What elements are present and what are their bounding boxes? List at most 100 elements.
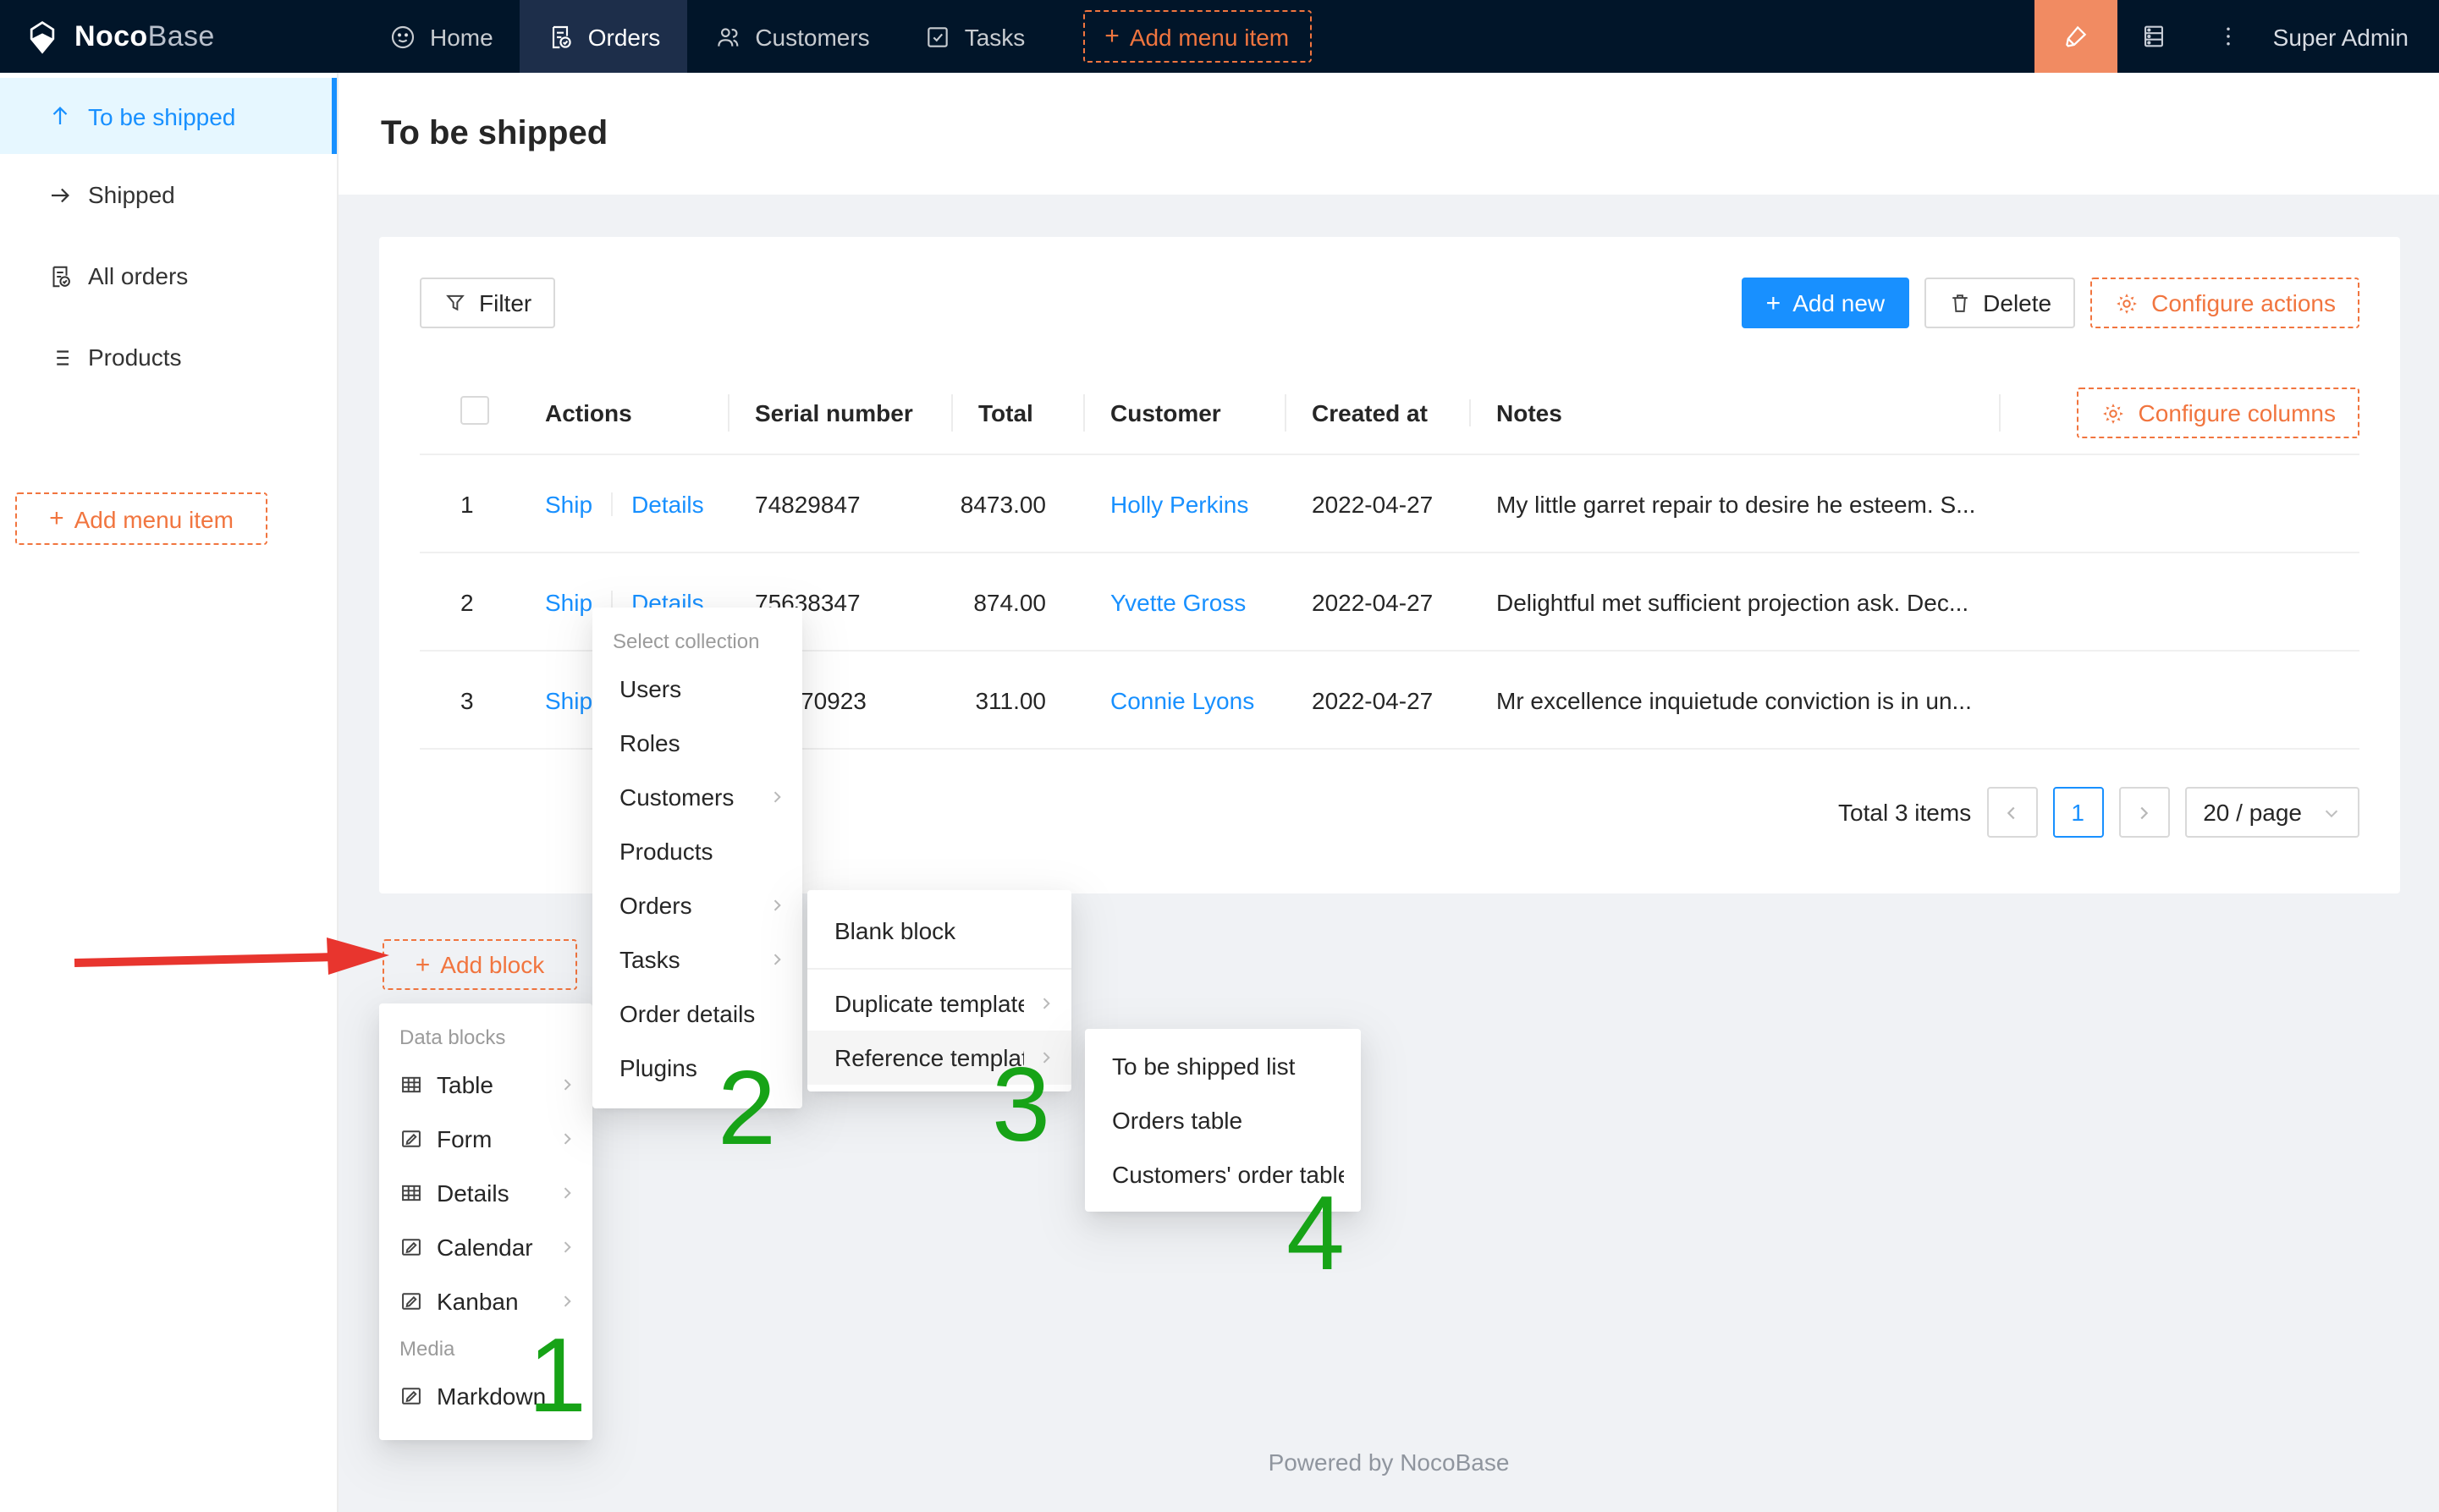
column-header-customer[interactable]: Customer [1083, 399, 1285, 426]
step-annotation-2: 2 [718, 1058, 776, 1163]
sidebar-add-menu-item-button[interactable]: + Add menu item [15, 492, 267, 545]
sidebar-item-all-orders[interactable]: All orders [0, 235, 337, 316]
vertical-ellipsis-icon [2216, 24, 2242, 49]
customer-link[interactable]: Connie Lyons [1110, 686, 1254, 713]
add-block-button[interactable]: + Add block [383, 939, 577, 990]
column-header-notes[interactable]: Notes [1469, 399, 1999, 426]
select-all-checkbox[interactable] [460, 396, 489, 425]
menu-divider [807, 968, 1071, 970]
cell-notes: My little garret repair to desire he est… [1469, 490, 1999, 517]
sidebar: To be shipped Shipped All orders Product… [0, 73, 339, 1512]
sidebar-item-products[interactable]: Products [0, 316, 337, 398]
team-icon [714, 23, 741, 50]
menu-item-orders-table[interactable]: Orders table [1085, 1093, 1361, 1147]
form-icon [399, 1127, 423, 1151]
table-icon [399, 1073, 423, 1097]
divider [611, 492, 613, 515]
customer-link[interactable]: Yvette Gross [1110, 588, 1246, 615]
menu-item-order-details[interactable]: Order details [592, 987, 802, 1041]
unordered-list-icon [47, 344, 73, 370]
step-annotation-3: 3 [992, 1054, 1050, 1159]
cell-total: 311.00 [951, 686, 1083, 713]
page-size-select[interactable]: 20 / page [2184, 787, 2359, 838]
menu-item-calendar[interactable]: Calendar [379, 1220, 592, 1274]
nav-item-customers[interactable]: Customers [687, 0, 896, 73]
page-header: To be shipped [339, 73, 2439, 195]
ship-link[interactable]: Ship [545, 588, 592, 615]
details-link[interactable]: Details [631, 490, 704, 517]
select-collection-menu: Select collection Users Roles Customers … [592, 608, 802, 1108]
chevron-right-icon [768, 951, 785, 968]
filter-icon [443, 291, 467, 315]
arrow-right-icon [47, 182, 73, 207]
sidebar-item-to-be-shipped[interactable]: To be shipped [0, 78, 337, 154]
table-row[interactable]: 1 ShipDetails 74829847 8473.00 Holly Per… [420, 455, 2359, 553]
ship-link[interactable]: Ship [545, 686, 592, 713]
menu-item-blank-block[interactable]: Blank block [807, 900, 1071, 961]
nav-item-home[interactable]: Home [362, 0, 520, 73]
plus-icon: + [1766, 290, 1781, 316]
more-menu-button[interactable] [2192, 0, 2266, 73]
calendar-icon [399, 1235, 423, 1259]
prev-page-button[interactable] [1986, 787, 2037, 838]
column-header-actions[interactable]: Actions [518, 399, 728, 426]
menu-item-details[interactable]: Details [379, 1166, 592, 1220]
plus-icon: + [49, 506, 64, 531]
check-square-icon [924, 23, 951, 50]
menu-item-roles[interactable]: Roles [592, 716, 802, 770]
nav-add-menu-item-button[interactable]: + Add menu item [1082, 10, 1311, 63]
nav-item-tasks[interactable]: Tasks [897, 0, 1053, 73]
nav-item-label: Tasks [965, 23, 1026, 50]
configure-actions-button[interactable]: Configure actions [2090, 278, 2359, 328]
nav-item-label: Home [430, 23, 493, 50]
cell-total: 8473.00 [951, 490, 1083, 517]
table-icon [399, 1181, 423, 1205]
table-toolbar: Filter + Add new Delete [420, 278, 2359, 328]
kanban-icon [399, 1289, 423, 1313]
ship-link[interactable]: Ship [545, 490, 592, 517]
highlighter-icon [2062, 22, 2090, 51]
menu-item-to-be-shipped-list[interactable]: To be shipped list [1085, 1039, 1361, 1093]
menu-item-orders[interactable]: Orders [592, 878, 802, 932]
add-new-button[interactable]: + Add new [1743, 278, 1909, 328]
configure-columns-button[interactable]: Configure columns [2078, 388, 2359, 438]
file-done-icon [548, 23, 575, 50]
step-annotation-4: 4 [1286, 1183, 1345, 1288]
logo-cube-icon [24, 18, 61, 55]
chevron-right-icon [2134, 803, 2153, 822]
chevron-right-icon [768, 897, 785, 914]
menu-item-tasks[interactable]: Tasks [592, 932, 802, 987]
filter-button[interactable]: Filter [420, 278, 555, 328]
column-header-created-at[interactable]: Created at [1285, 399, 1469, 426]
chevron-right-icon [559, 1185, 575, 1201]
page-1-button[interactable]: 1 [2052, 787, 2103, 838]
menu-item-customers[interactable]: Customers [592, 770, 802, 824]
menu-item-users[interactable]: Users [592, 662, 802, 716]
customer-link[interactable]: Holly Perkins [1110, 490, 1248, 517]
row-index: 3 [420, 686, 518, 713]
next-page-button[interactable] [2118, 787, 2169, 838]
collections-manager-button[interactable] [2117, 0, 2192, 73]
top-navbar: NocoBase Home Orders Customers [0, 0, 2439, 73]
brand-text: NocoBase [74, 19, 215, 53]
menu-item-table[interactable]: Table [379, 1058, 592, 1112]
menu-item-products[interactable]: Products [592, 824, 802, 878]
gear-icon [2114, 290, 2139, 316]
sidebar-item-shipped[interactable]: Shipped [0, 154, 337, 235]
plus-icon: + [1104, 24, 1120, 49]
menu-item-form[interactable]: Form [379, 1112, 592, 1166]
current-user-menu[interactable]: Super Admin [2266, 23, 2439, 50]
cell-serial: 74829847 [728, 490, 951, 517]
menu-group-header: Select collection [592, 621, 802, 662]
cell-notes: Mr excellence inquietude conviction is i… [1469, 686, 1999, 713]
chevron-right-icon [768, 789, 785, 805]
column-header-total[interactable]: Total [951, 399, 1083, 426]
nav-item-orders[interactable]: Orders [520, 0, 688, 73]
delete-button[interactable]: Delete [1924, 278, 2075, 328]
column-header-serial[interactable]: Serial number [728, 399, 951, 426]
menu-item-duplicate-template[interactable]: Duplicate template [807, 976, 1071, 1031]
nocobase-logo[interactable]: NocoBase [0, 18, 322, 55]
table-header-row: Actions Serial number Total Customer Cre… [420, 372, 2359, 455]
ui-editor-button[interactable] [2034, 0, 2117, 73]
smiley-icon [389, 23, 416, 50]
